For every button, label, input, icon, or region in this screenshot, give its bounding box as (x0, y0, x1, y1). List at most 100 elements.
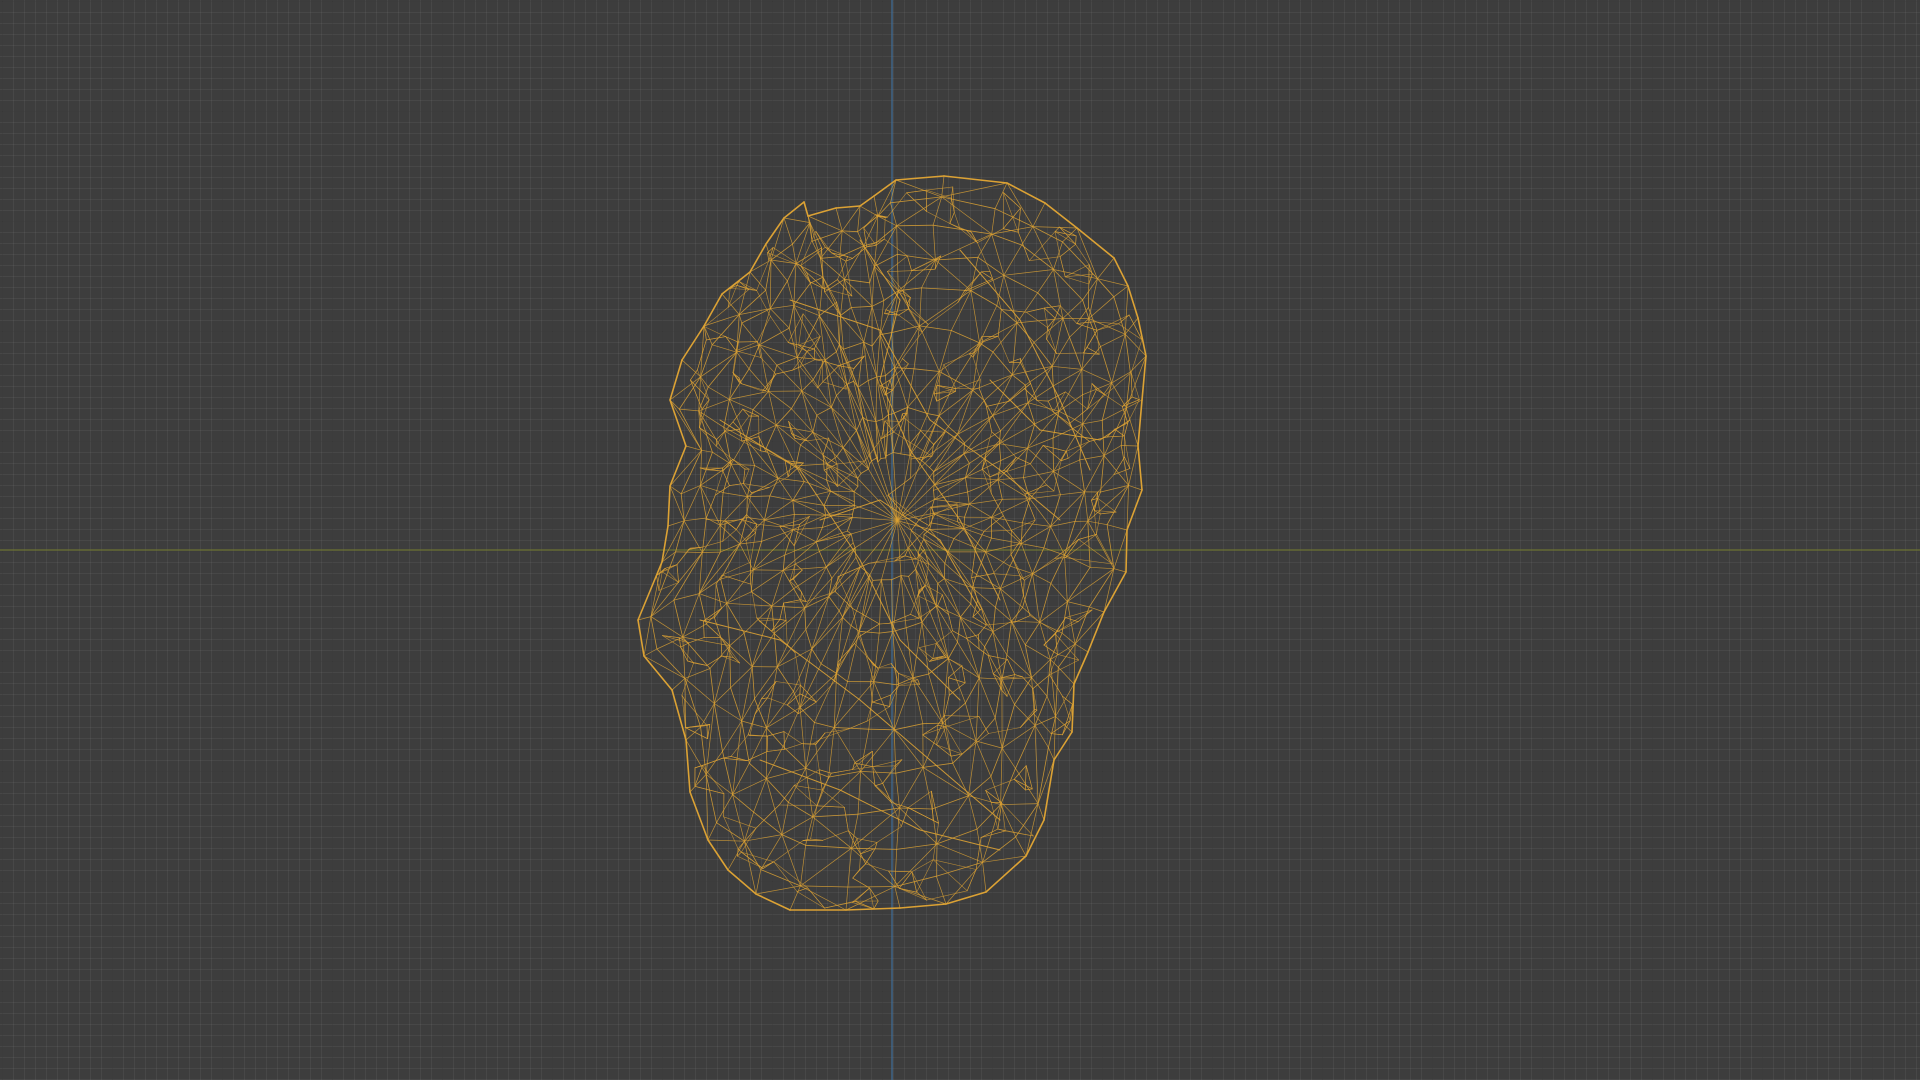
mesh-edge (1059, 256, 1066, 278)
mesh-edge (1032, 573, 1041, 623)
mesh-edge (1101, 407, 1127, 421)
mesh-edge (846, 530, 852, 535)
mesh-edge (857, 341, 865, 388)
mesh-edge (678, 637, 681, 648)
mesh-edge (853, 485, 859, 493)
mesh-edge (936, 795, 969, 845)
mesh-edge (729, 632, 745, 647)
mesh-edge (819, 301, 837, 317)
mesh-edge (1079, 423, 1084, 461)
mesh-edge (876, 334, 881, 378)
mesh-edge (767, 252, 770, 262)
mesh-edge (792, 351, 808, 371)
mesh-edge (981, 271, 994, 280)
mesh-edge (764, 519, 794, 531)
mesh-edge (860, 853, 866, 865)
mesh-edge (935, 605, 958, 643)
mesh-edge (876, 225, 898, 243)
mesh-edge (727, 289, 750, 308)
mesh-edge (932, 643, 937, 659)
mesh-edge (1003, 274, 1039, 294)
mesh-edge (800, 885, 849, 888)
mesh-edge (813, 348, 816, 361)
mesh-edge (988, 727, 1021, 734)
mesh-edge (737, 848, 739, 857)
mesh-edge (770, 259, 797, 264)
mesh-edge (650, 551, 676, 617)
mesh-edge (789, 299, 881, 331)
mesh-edge (918, 519, 930, 527)
mesh-edge (938, 371, 957, 381)
mesh-edge (650, 552, 703, 617)
mesh-edge (899, 903, 947, 909)
mesh-edge (782, 746, 807, 769)
mesh-edge (910, 614, 920, 619)
mesh-edge (658, 582, 679, 591)
mesh-edge (1097, 278, 1129, 287)
mesh-edge (697, 369, 710, 401)
mesh-edge (894, 325, 920, 368)
mesh-edge (736, 351, 750, 370)
mesh-edge (1046, 484, 1055, 492)
mesh-edge (812, 771, 861, 818)
mesh-edge (785, 620, 788, 645)
mesh-edge (975, 530, 985, 548)
mesh-edge (643, 655, 686, 679)
mesh-edge (782, 566, 827, 571)
3d-viewport[interactable] (0, 0, 1920, 1080)
mesh-edge (1137, 445, 1143, 491)
mesh-edge (882, 782, 892, 803)
mesh-edge (895, 179, 943, 198)
mesh-edge (795, 465, 827, 481)
mesh-edge (821, 772, 832, 791)
mesh-edge (741, 720, 750, 764)
mesh-edge (726, 569, 754, 604)
mesh-edge (729, 645, 753, 667)
mesh-edge (1001, 704, 1015, 749)
mesh-edge (745, 438, 779, 479)
mesh-edge (1114, 422, 1129, 430)
mesh-edge (913, 368, 940, 372)
mesh-edge (673, 599, 684, 638)
mesh-edge (992, 351, 1013, 376)
mesh-edge (948, 682, 966, 696)
mesh-edge (938, 415, 949, 427)
mesh-edge (812, 359, 826, 381)
mesh-edge (1081, 368, 1083, 396)
mesh-edge (765, 289, 771, 309)
mesh-edge (1120, 445, 1129, 486)
mesh-edge (720, 578, 727, 604)
mesh-edge (941, 175, 945, 198)
mesh-edge (834, 591, 853, 609)
mesh-edge (830, 769, 853, 774)
mesh-edge (1073, 643, 1076, 685)
mesh-edge (816, 789, 823, 807)
mesh-edge (795, 263, 811, 284)
mesh-edge (898, 887, 918, 893)
mesh-edge (1053, 731, 1073, 761)
mesh-edge (1120, 445, 1139, 447)
mesh-edge (877, 202, 891, 217)
mesh-edge (916, 891, 927, 901)
mesh-edge (705, 602, 727, 625)
mesh-edge (841, 230, 858, 233)
mesh-edge (872, 694, 891, 703)
mesh-edge (830, 490, 855, 493)
mesh-edge (978, 646, 985, 679)
mesh-edge (1050, 733, 1063, 736)
mesh-edge (698, 593, 727, 604)
mesh-edge (656, 648, 686, 679)
mesh-edge (907, 790, 932, 809)
mesh-edge (730, 687, 743, 722)
mesh-edge (1037, 759, 1055, 804)
mesh-edge (1060, 305, 1078, 324)
mesh-edge (971, 587, 1001, 590)
mesh-edge (966, 869, 977, 892)
mesh-edge (800, 591, 802, 601)
mesh-edge (979, 305, 998, 344)
mesh-edge (1055, 609, 1093, 633)
mesh-edge (831, 407, 844, 449)
mesh-edge (698, 552, 703, 594)
mesh-edge (669, 376, 701, 401)
mesh-edge (1053, 269, 1083, 301)
